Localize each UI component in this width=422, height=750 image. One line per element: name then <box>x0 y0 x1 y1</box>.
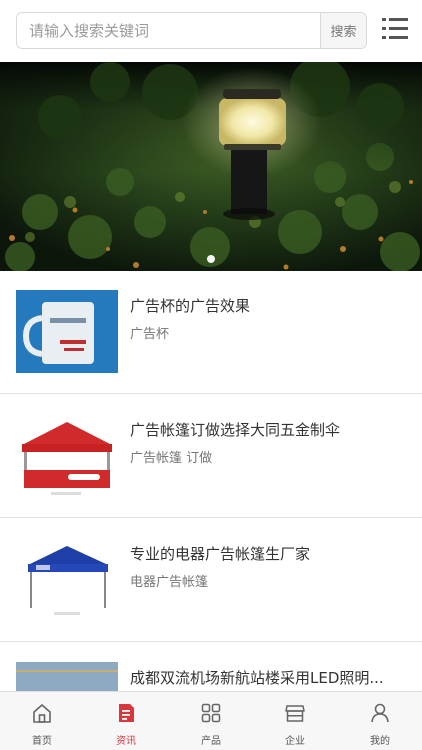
news-icon <box>119 704 134 722</box>
news-tags: 电器广告帐篷 <box>130 575 209 590</box>
banner-carousel[interactable] <box>0 62 422 271</box>
news-thumbnail <box>16 290 118 373</box>
news-item[interactable]: 广告杯的广告效果 广告杯 <box>0 271 422 394</box>
news-title[interactable]: 成都双流机场新航站楼采用LED照明... <box>130 667 400 688</box>
news-title[interactable]: 广告杯的广告效果 <box>130 295 400 316</box>
bottom-tab-bar: 首页 资讯 产品 企业 我的 <box>0 691 422 750</box>
news-thumbnail <box>16 538 118 621</box>
news-tags: 广告帐篷 订做 <box>130 451 213 466</box>
tab-company[interactable]: 企业 <box>253 692 337 750</box>
tab-label: 资讯 <box>116 736 136 747</box>
grid-icon <box>201 703 221 723</box>
news-item[interactable]: 广告帐篷订做选择大同五金制伞 广告帐篷 订做 <box>0 395 422 518</box>
news-title[interactable]: 广告帐篷订做选择大同五金制伞 <box>130 419 400 440</box>
carousel-indicator[interactable] <box>0 248 422 263</box>
news-thumbnail <box>16 414 118 497</box>
tab-label: 产品 <box>201 736 221 747</box>
tab-label: 我的 <box>370 736 390 747</box>
header: 搜索 <box>0 0 422 62</box>
search-input[interactable] <box>17 13 322 48</box>
news-item[interactable]: 专业的电器广告帐篷生厂家 电器广告帐篷 <box>0 519 422 642</box>
home-icon <box>33 704 51 723</box>
carousel-dot[interactable] <box>207 255 215 263</box>
user-icon <box>371 703 389 723</box>
tab-news[interactable]: 资讯 <box>84 692 168 750</box>
tab-profile[interactable]: 我的 <box>338 692 422 750</box>
news-title[interactable]: 专业的电器广告帐篷生厂家 <box>130 543 400 564</box>
tab-products[interactable]: 产品 <box>169 692 253 750</box>
search-button[interactable]: 搜索 <box>320 13 366 48</box>
tab-home[interactable]: 首页 <box>0 692 84 750</box>
news-tags: 广告杯 <box>130 327 170 342</box>
banner-image <box>0 62 422 271</box>
store-icon <box>285 705 305 722</box>
search-box: 搜索 <box>16 12 367 49</box>
tab-label: 企业 <box>285 736 305 747</box>
menu-button[interactable] <box>382 17 408 43</box>
tab-label: 首页 <box>32 736 52 747</box>
